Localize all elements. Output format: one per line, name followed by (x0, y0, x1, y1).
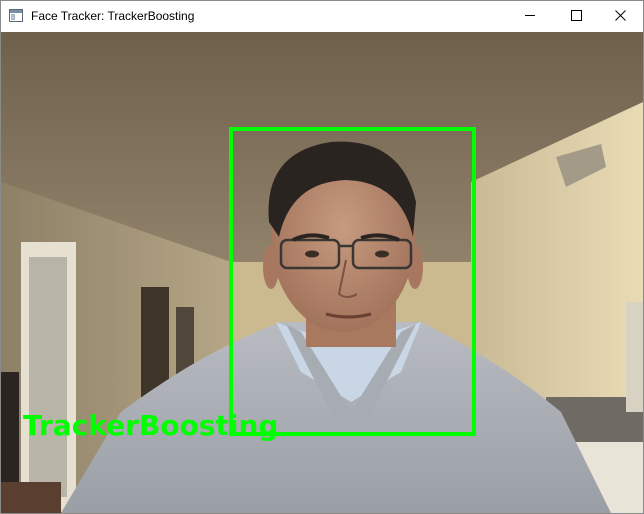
close-icon (614, 8, 626, 26)
minimize-icon (524, 8, 536, 26)
window-title: Face Tracker: TrackerBoosting (31, 9, 195, 23)
close-button[interactable] (597, 1, 643, 32)
app-window: Face Tracker: TrackerBoosting TrackerBoo… (0, 0, 644, 514)
camera-image: TrackerBoosting (1, 32, 643, 513)
maximize-button[interactable] (553, 1, 599, 32)
maximize-icon (570, 8, 582, 26)
video-frame: TrackerBoosting (1, 32, 643, 513)
tracker-label: TrackerBoosting (23, 409, 278, 442)
minimize-button[interactable] (507, 1, 553, 32)
app-window-icon (9, 9, 23, 22)
title-bar[interactable]: Face Tracker: TrackerBoosting (1, 1, 643, 32)
